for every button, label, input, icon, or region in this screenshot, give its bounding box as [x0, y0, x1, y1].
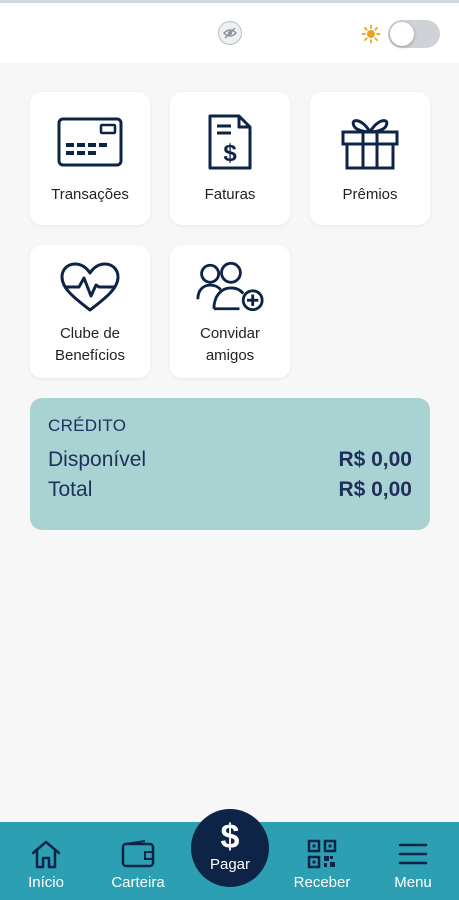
- shortcut-label: Clube de Benefícios: [35, 323, 145, 367]
- qr-code-icon: [305, 838, 339, 870]
- nav-carteira[interactable]: Carteira: [98, 822, 178, 900]
- shortcut-clube-beneficios[interactable]: Clube de Benefícios: [30, 245, 150, 378]
- header: [0, 3, 459, 63]
- credit-available-row: Disponível R$ 0,00: [48, 448, 412, 472]
- shortcut-premios[interactable]: Prêmios: [310, 92, 430, 225]
- menu-icon: [396, 838, 430, 870]
- svg-text:$: $: [223, 140, 237, 167]
- credit-card-icon: [55, 112, 125, 172]
- invoice-icon: $: [195, 112, 265, 172]
- shortcut-transacoes[interactable]: Transações: [30, 92, 150, 225]
- pay-label: Pagar: [209, 855, 251, 873]
- nav-receber[interactable]: Receber: [282, 822, 362, 900]
- eye-off-icon[interactable]: [218, 21, 242, 45]
- credit-summary-card[interactable]: CRÉDITO Disponível R$ 0,00 Total R$ 0,00: [30, 398, 430, 530]
- credit-available-label: Disponível: [48, 448, 147, 471]
- nav-inicio[interactable]: Início: [6, 822, 86, 900]
- credit-title: CRÉDITO: [48, 416, 127, 435]
- nav-label: Menu: [394, 874, 432, 891]
- sun-icon: [361, 24, 381, 44]
- label-line: Clube de: [59, 325, 121, 342]
- theme-toggle[interactable]: [388, 20, 440, 48]
- credit-total-value: R$ 0,00: [338, 478, 412, 501]
- nav-label: Carteira: [111, 874, 165, 891]
- gift-icon: [335, 112, 405, 172]
- wallet-icon: [121, 838, 155, 870]
- label-line: amigos: [205, 347, 255, 364]
- toggle-knob: [390, 22, 414, 46]
- shortcut-faturas[interactable]: $ Faturas: [170, 92, 290, 225]
- credit-total-label: Total: [48, 478, 93, 501]
- nav-menu[interactable]: Menu: [373, 822, 453, 900]
- label-line: Benefícios: [54, 347, 126, 364]
- shortcut-convidar-amigos[interactable]: Convidar amigos: [170, 245, 290, 378]
- home-icon: [29, 838, 63, 870]
- add-users-icon: [195, 257, 265, 317]
- shortcut-label: Prêmios: [342, 186, 398, 203]
- shortcut-label: Convidar amigos: [175, 323, 285, 367]
- credit-total-row: Total R$ 0,00: [48, 478, 412, 502]
- label-line: Convidar: [199, 325, 261, 342]
- shortcut-label: Transações: [51, 186, 129, 203]
- nav-label: Receber: [293, 874, 351, 891]
- heart-pulse-icon: [55, 257, 125, 317]
- shortcut-label: Faturas: [204, 186, 256, 203]
- dollar-icon: $: [220, 817, 240, 856]
- credit-available-value: R$ 0,00: [338, 448, 412, 471]
- pay-button[interactable]: $ Pagar: [191, 809, 269, 887]
- nav-label: Início: [28, 874, 64, 891]
